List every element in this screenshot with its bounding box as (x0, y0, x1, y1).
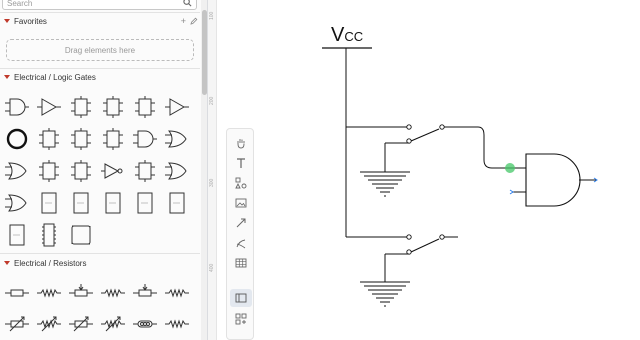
section-resistors[interactable]: Electrical / Resistors (0, 255, 200, 271)
switch-blade[interactable] (410, 128, 440, 142)
or-shape-icon[interactable] (164, 126, 190, 152)
diagram-editor: Favorites + Drag elements here Electrica… (0, 0, 640, 340)
hand-icon (237, 139, 245, 149)
ic-shape-icon[interactable] (68, 158, 94, 184)
zig-shape-icon[interactable] (36, 280, 62, 306)
res-shape-icon[interactable] (4, 280, 30, 306)
ic-shape-icon[interactable] (132, 94, 158, 120)
scrollbar-thumb[interactable] (202, 10, 207, 95)
and-shape-icon[interactable] (4, 94, 30, 120)
edit-pencil-icon[interactable] (190, 17, 198, 25)
freehand-tool-button[interactable] (230, 234, 252, 252)
pot-shape-icon[interactable] (68, 280, 94, 306)
ic-shape-icon[interactable] (100, 126, 126, 152)
ic-shape-icon[interactable] (68, 126, 94, 152)
divider (0, 253, 200, 254)
buf-shape-icon[interactable] (36, 94, 62, 120)
section-logic-gates[interactable]: Electrical / Logic Gates (0, 69, 200, 85)
section-title: Favorites (14, 16, 47, 26)
panel-toggle-button[interactable] (230, 289, 252, 307)
table-tool-button[interactable] (230, 254, 252, 272)
text-tool-button[interactable] (230, 154, 252, 172)
ruler-mark: 200 (209, 96, 215, 105)
sidebar-icon (235, 293, 247, 303)
switch-blade[interactable] (410, 238, 440, 253)
image-tool-button[interactable] (230, 194, 252, 212)
ruler-mark: 300 (209, 178, 215, 187)
zig-shape-icon[interactable] (100, 280, 126, 306)
wire[interactable] (477, 126, 526, 169)
switch-terminal[interactable] (406, 124, 412, 130)
favorites-dropzone[interactable]: Drag elements here (6, 39, 194, 61)
section-title: Electrical / Logic Gates (14, 72, 96, 82)
ic-shape-icon[interactable] (68, 94, 94, 120)
diagram-canvas[interactable]: VCC (256, 0, 640, 340)
ic-shape-icon[interactable] (36, 126, 62, 152)
section-title: Electrical / Resistors (14, 258, 87, 268)
shapes-icon (235, 177, 247, 189)
text-icon (237, 158, 245, 168)
circuit-drawing (322, 47, 598, 307)
ruler-mark: 400 (209, 263, 215, 272)
circ-shape-icon[interactable] (4, 126, 30, 152)
ground-symbol[interactable] (360, 171, 410, 197)
arrow-icon (236, 218, 246, 228)
pot-shape-icon[interactable] (132, 280, 158, 306)
ic-shape-icon[interactable] (100, 94, 126, 120)
box-shape-icon[interactable] (4, 222, 30, 248)
coil-shape-icon[interactable] (132, 311, 158, 337)
vertical-ruler: 100 200 300 400 (208, 0, 217, 340)
hand-tool-button[interactable] (230, 134, 252, 152)
or-shape-icon[interactable] (4, 158, 30, 184)
shapes-panel: Favorites + Drag elements here Electrica… (0, 0, 208, 340)
var-shape-icon[interactable] (4, 311, 30, 337)
ic-shape-icon[interactable] (36, 158, 62, 184)
var-shape-icon[interactable] (68, 311, 94, 337)
or-shape-icon[interactable] (164, 158, 190, 184)
connection-point-highlight[interactable] (505, 163, 515, 173)
box-shape-icon[interactable] (100, 190, 126, 216)
section-favorites[interactable]: Favorites + (0, 13, 200, 29)
search-input[interactable] (7, 0, 177, 8)
zig-shape-icon[interactable] (164, 311, 190, 337)
chip-shape-icon[interactable] (36, 222, 62, 248)
search-icon[interactable] (183, 0, 192, 7)
buf-shape-icon[interactable] (164, 94, 190, 120)
image-icon (235, 198, 247, 208)
zigv-shape-icon[interactable] (100, 311, 126, 337)
ruler-mark: 100 (209, 11, 215, 20)
box-shape-icon[interactable] (132, 190, 158, 216)
collapse-caret-icon[interactable] (4, 75, 10, 79)
input-endpoint-marker[interactable] (509, 189, 514, 195)
switch-terminal[interactable] (439, 234, 445, 240)
and-gate[interactable] (512, 153, 596, 207)
more-shapes-button[interactable] (230, 310, 252, 328)
shape-search-box[interactable] (2, 0, 197, 10)
pen-icon (236, 239, 246, 249)
table-icon (235, 258, 247, 268)
box-shape-icon[interactable] (164, 190, 190, 216)
collapse-caret-icon[interactable] (4, 261, 10, 265)
dropzone-text: Drag elements here (64, 45, 136, 55)
box-shape-icon[interactable] (36, 190, 62, 216)
box-shape-icon[interactable] (68, 190, 94, 216)
not-shape-icon[interactable] (100, 158, 126, 184)
switch-terminal[interactable] (439, 124, 445, 130)
zig-shape-icon[interactable] (164, 280, 190, 306)
and-shape-icon[interactable] (132, 126, 158, 152)
collapse-caret-icon[interactable] (4, 19, 10, 23)
ic-shape-icon[interactable] (132, 158, 158, 184)
switch-terminal[interactable] (406, 234, 412, 240)
zigv-shape-icon[interactable] (36, 311, 62, 337)
tools-toolbar (226, 128, 254, 340)
add-shapes-icon (235, 313, 247, 325)
add-icon[interactable]: + (181, 16, 186, 26)
or-shape-icon[interactable] (4, 190, 30, 216)
shapes-tool-button[interactable] (230, 174, 252, 192)
chip2-shape-icon[interactable] (68, 222, 94, 248)
ground-symbol[interactable] (360, 281, 410, 307)
connector-tool-button[interactable] (230, 214, 252, 232)
